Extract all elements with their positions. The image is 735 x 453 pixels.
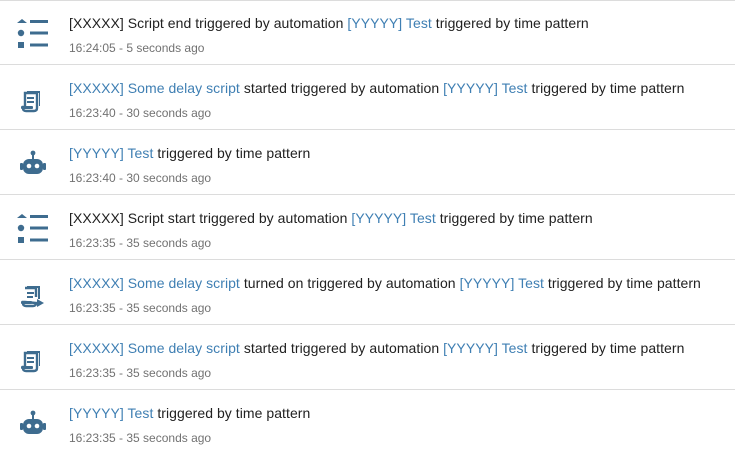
entry-message: [XXXXX] Some delay script started trigge…	[69, 80, 684, 96]
message-text: turned on triggered by automation	[239, 275, 460, 291]
message-text: triggered by time pattern	[431, 15, 589, 31]
entity-link[interactable]: [YYYYY] Test	[351, 210, 435, 226]
format-list-bulleted-icon	[16, 17, 50, 51]
logbook-entry: [YYYYY] Test triggered by time pattern 1…	[0, 391, 735, 453]
format-list-bulleted-icon	[16, 212, 50, 246]
robot-icon	[16, 147, 50, 181]
entity-link[interactable]: [YYYYY] Test	[443, 340, 527, 356]
logbook-entry: [XXXXX] Script start triggered by automa…	[0, 196, 735, 260]
logbook-entry: [XXXXX] Some delay script started trigge…	[0, 66, 735, 130]
message-text: triggered by time pattern	[543, 275, 701, 291]
entry-time: 16:23:35 - 35 seconds ago	[69, 301, 212, 315]
message-text: triggered by time pattern	[435, 210, 593, 226]
entry-time: 16:23:35 - 35 seconds ago	[69, 431, 212, 445]
message-text: [XXXXX] Script end triggered by automati…	[69, 15, 348, 31]
message-text: triggered by time pattern	[153, 145, 311, 161]
entry-message: [XXXXX] Some delay script turned on trig…	[69, 275, 701, 291]
script-play-icon	[16, 277, 50, 311]
entity-link[interactable]: [YYYYY] Test	[347, 15, 431, 31]
logbook-entry: [XXXXX] Some delay script started trigge…	[0, 326, 735, 390]
entry-message: [XXXXX] Some delay script started trigge…	[69, 340, 684, 356]
logbook-entry: [XXXXX] Script end triggered by automati…	[0, 1, 735, 65]
entity-link[interactable]: [XXXXX] Some delay script	[69, 340, 240, 356]
message-text: started triggered by automation	[239, 80, 444, 96]
logbook-entry: [YYYYY] Test triggered by time pattern 1…	[0, 131, 735, 195]
logbook-list: [XXXXX] Script end triggered by automati…	[0, 0, 735, 453]
entry-time: 16:24:05 - 5 seconds ago	[69, 41, 205, 55]
robot-icon	[16, 407, 50, 441]
entity-link[interactable]: [XXXXX] Some delay script	[69, 275, 240, 291]
entry-message: [XXXXX] Script start triggered by automa…	[69, 210, 593, 226]
entry-time: 16:23:35 - 35 seconds ago	[69, 236, 212, 250]
message-text: triggered by time pattern	[527, 340, 685, 356]
script-text-icon	[16, 82, 50, 116]
entry-time: 16:23:35 - 35 seconds ago	[69, 366, 212, 380]
message-text: started triggered by automation	[239, 340, 444, 356]
entry-message: [YYYYY] Test triggered by time pattern	[69, 405, 310, 421]
entity-link[interactable]: [XXXXX] Some delay script	[69, 80, 240, 96]
entity-link[interactable]: [YYYYY] Test	[460, 275, 544, 291]
entry-message: [YYYYY] Test triggered by time pattern	[69, 145, 310, 161]
script-text-icon	[16, 342, 50, 376]
entry-message: [XXXXX] Script end triggered by automati…	[69, 15, 589, 31]
message-text: triggered by time pattern	[153, 405, 311, 421]
entity-link[interactable]: [YYYYY] Test	[443, 80, 527, 96]
entity-link[interactable]: [YYYYY] Test	[69, 145, 153, 161]
logbook-entry: [XXXXX] Some delay script turned on trig…	[0, 261, 735, 325]
message-text: triggered by time pattern	[527, 80, 685, 96]
entry-time: 16:23:40 - 30 seconds ago	[69, 171, 212, 185]
message-text: [XXXXX] Script start triggered by automa…	[69, 210, 352, 226]
entity-link[interactable]: [YYYYY] Test	[69, 405, 153, 421]
entry-time: 16:23:40 - 30 seconds ago	[69, 106, 212, 120]
